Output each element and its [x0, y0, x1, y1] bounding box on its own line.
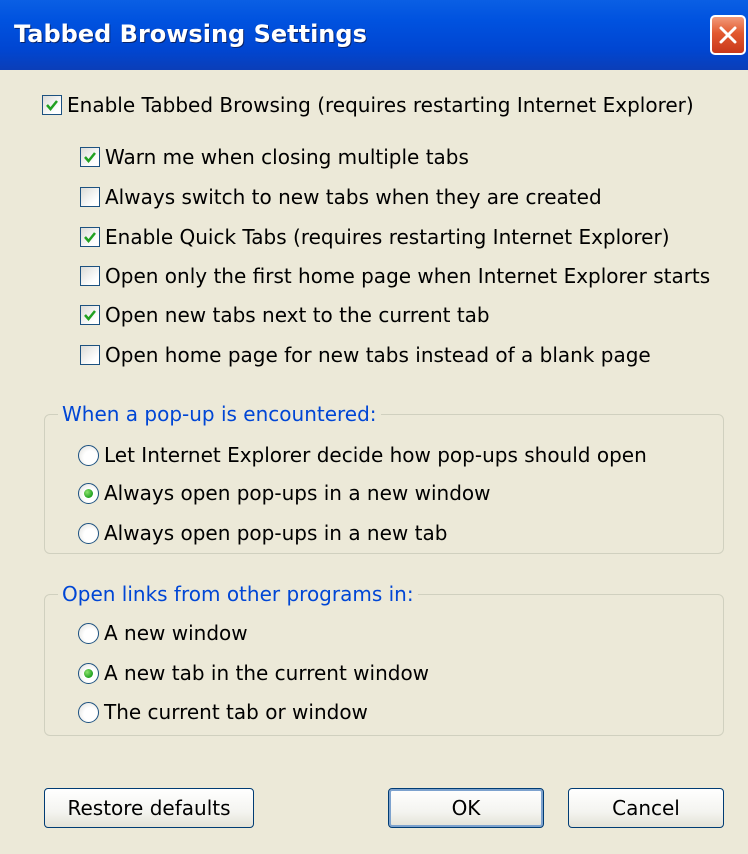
checkbox-box[interactable] — [80, 187, 100, 207]
cancel-button[interactable]: Cancel — [568, 788, 724, 828]
popup-new-window-radio[interactable]: Always open pop-ups in a new window — [78, 478, 491, 508]
popup-group-legend: When a pop-up is encountered: — [58, 402, 381, 426]
popup-ie-decide-radio[interactable]: Let Internet Explorer decide how pop-ups… — [78, 440, 647, 470]
links-current-tab-radio[interactable]: The current tab or window — [78, 697, 368, 727]
popup-new-tab-label: Always open pop-ups in a new tab — [104, 521, 448, 545]
restore-defaults-button[interactable]: Restore defaults — [44, 788, 254, 828]
dialog-window: Tabbed Browsing Settings Enable Tabbed B… — [0, 0, 748, 854]
links-group-legend: Open links from other programs in: — [58, 582, 418, 606]
radio-button[interactable] — [78, 522, 99, 544]
links-new-window-label: A new window — [104, 621, 248, 645]
radio-button[interactable] — [78, 701, 99, 723]
ok-button[interactable]: OK — [388, 788, 544, 828]
close-icon — [719, 26, 737, 44]
always-switch-tabs-checkbox[interactable]: Always switch to new tabs when they are … — [80, 182, 602, 212]
enable-tabbed-browsing-checkbox[interactable]: Enable Tabbed Browsing (requires restart… — [42, 90, 694, 120]
radio-button[interactable] — [78, 444, 99, 466]
enable-tabbed-browsing-label: Enable Tabbed Browsing (requires restart… — [67, 93, 694, 117]
always-switch-tabs-label: Always switch to new tabs when they are … — [105, 185, 602, 209]
radio-button[interactable] — [78, 622, 99, 644]
title-bar: Tabbed Browsing Settings — [0, 0, 748, 70]
links-new-tab-label: A new tab in the current window — [104, 661, 430, 685]
warn-closing-tabs-checkbox[interactable]: Warn me when closing multiple tabs — [80, 142, 469, 172]
home-page-for-new-tabs-label: Open home page for new tabs instead of a… — [105, 343, 651, 367]
popup-new-window-label: Always open pop-ups in a new window — [104, 481, 491, 505]
links-current-tab-label: The current tab or window — [104, 700, 368, 724]
checkbox-box[interactable] — [42, 95, 62, 115]
dialog-title: Tabbed Browsing Settings — [14, 20, 367, 48]
checkbox-box[interactable] — [80, 147, 100, 167]
checkbox-box[interactable] — [80, 345, 100, 365]
checkmark-icon — [46, 100, 58, 111]
radio-selected-dot — [84, 488, 93, 498]
home-page-for-new-tabs-checkbox[interactable]: Open home page for new tabs instead of a… — [80, 340, 651, 370]
first-home-page-only-label: Open only the first home page when Inter… — [105, 264, 711, 288]
popup-new-tab-radio[interactable]: Always open pop-ups in a new tab — [78, 518, 447, 548]
radio-button[interactable] — [78, 662, 99, 684]
popup-ie-decide-label: Let Internet Explorer decide how pop-ups… — [104, 443, 647, 467]
checkbox-box[interactable] — [80, 266, 100, 286]
checkbox-box[interactable] — [80, 305, 100, 325]
new-tabs-next-to-current-label: Open new tabs next to the current tab — [105, 303, 490, 327]
links-new-window-radio[interactable]: A new window — [78, 618, 248, 648]
close-button[interactable] — [710, 15, 746, 55]
checkbox-box[interactable] — [80, 227, 100, 247]
radio-selected-dot — [84, 668, 93, 678]
checkmark-icon — [84, 310, 96, 321]
checkmark-icon — [84, 232, 96, 243]
warn-closing-tabs-label: Warn me when closing multiple tabs — [105, 145, 469, 169]
radio-button[interactable] — [78, 482, 99, 504]
first-home-page-only-checkbox[interactable]: Open only the first home page when Inter… — [80, 261, 710, 291]
checkmark-icon — [84, 152, 96, 163]
enable-quick-tabs-checkbox[interactable]: Enable Quick Tabs (requires restarting I… — [80, 222, 670, 252]
enable-quick-tabs-label: Enable Quick Tabs (requires restarting I… — [105, 225, 670, 249]
links-new-tab-radio[interactable]: A new tab in the current window — [78, 658, 429, 688]
new-tabs-next-to-current-checkbox[interactable]: Open new tabs next to the current tab — [80, 300, 490, 330]
